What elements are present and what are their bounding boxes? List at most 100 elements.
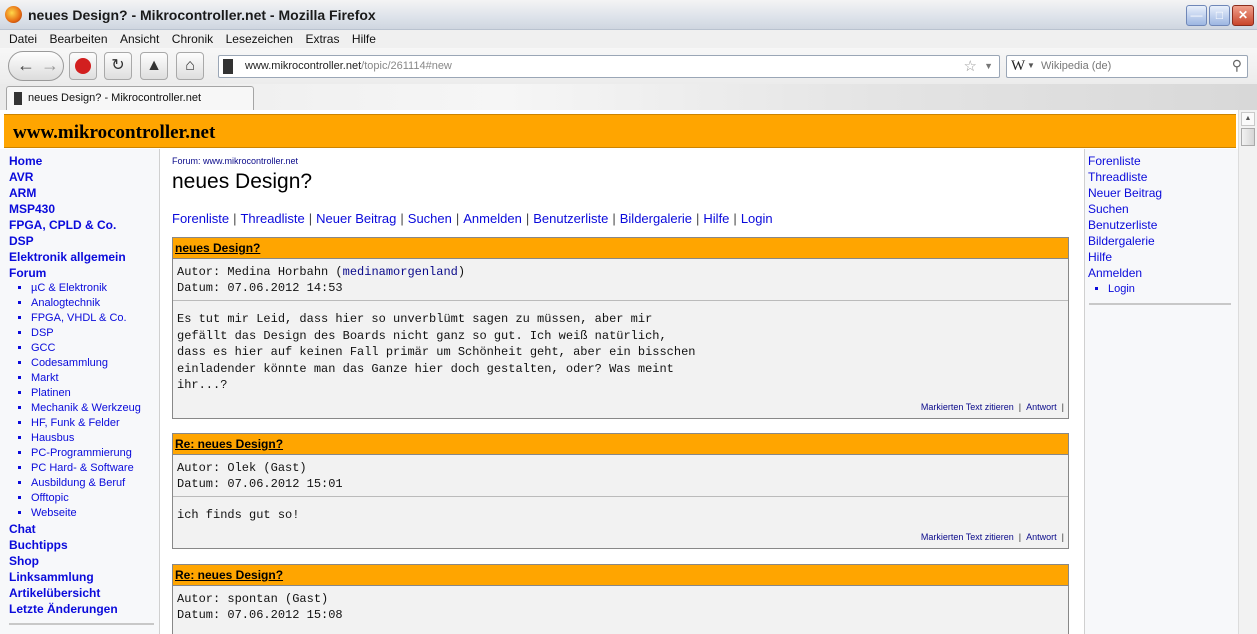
nav-msp430[interactable]: MSP430 [9,201,159,217]
rnav-threadliste[interactable]: Threadliste [1088,169,1162,185]
post-subject[interactable]: neues Design? [175,241,260,255]
quote-link[interactable]: Markierten Text zitieren [921,402,1014,412]
nav-arm[interactable]: ARM [9,185,159,201]
nav-shop[interactable]: Shop [9,553,159,569]
menu-extras[interactable]: Extras [305,30,339,48]
nav-home[interactable]: Home [9,153,159,169]
forum-item[interactable]: PC Hard- & Software [31,461,159,476]
rnav-anmelden[interactable]: Anmelden [1088,265,1162,281]
forward-arrow-icon[interactable]: → [41,55,59,76]
menu-hilfe[interactable]: Hilfe [352,30,376,48]
home-icon: ⌂ [185,57,195,74]
reload-button[interactable]: ↻ [104,52,132,80]
link-neuer-beitrag[interactable]: Neuer Beitrag [316,211,396,226]
nav-letzte-aenderungen[interactable]: Letzte Änderungen [9,601,159,617]
forum-item[interactable]: PC-Programmierung [31,446,159,461]
nav-chat[interactable]: Chat [9,521,159,537]
menu-datei[interactable]: Datei [9,30,37,48]
url-dropdown-icon[interactable]: ▼ [984,61,993,71]
reply-link[interactable]: Antwort [1026,532,1057,542]
wikipedia-icon[interactable]: W [1011,58,1025,75]
post-username[interactable]: medinamorgenland [343,265,458,279]
scrollbar-thumb[interactable] [1241,128,1255,146]
link-suchen[interactable]: Suchen [408,211,452,226]
forum-post: neues Design? Autor: Medina Horbahn (med… [172,237,1069,419]
nav-artikeluebersicht[interactable]: Artikelübersicht [9,585,159,601]
forum-item[interactable]: µC & Elektronik [31,281,159,296]
minimize-icon[interactable]: — [1186,5,1207,26]
scroll-up-icon[interactable]: ▲ [1241,112,1255,126]
forum-item[interactable]: Platinen [31,386,159,401]
home-button[interactable]: ⌂ [176,52,204,80]
forum-item[interactable]: Ausbildung & Beruf [31,476,159,491]
post-date: Datum: 07.06.2012 14:53 [177,281,343,295]
forum-item[interactable]: HF, Funk & Felder [31,416,159,431]
link-threadliste[interactable]: Threadliste [240,211,304,226]
forum-item[interactable]: Codesammlung [31,356,159,371]
search-placeholder[interactable]: Wikipedia (de) [1041,60,1111,72]
nav-dsp[interactable]: DSP [9,233,159,249]
reply-link[interactable]: Antwort [1026,402,1057,412]
forum-list: µC & Elektronik Analogtechnik FPGA, VHDL… [9,281,159,521]
post-date: Datum: 07.06.2012 15:08 [177,608,343,622]
nav-fpga[interactable]: FPGA, CPLD & Co. [9,217,159,233]
link-bildergalerie[interactable]: Bildergalerie [620,211,692,226]
quote-link[interactable]: Markierten Text zitieren [921,532,1014,542]
site-identity-icon[interactable] [223,59,233,74]
close-icon[interactable]: ✕ [1232,5,1254,26]
rnav-benutzerliste[interactable]: Benutzerliste [1088,217,1162,233]
nav-linksammlung[interactable]: Linksammlung [9,569,159,585]
menu-bearbeiten[interactable]: Bearbeiten [49,30,107,48]
forum-item[interactable]: Markt [31,371,159,386]
menu-ansicht[interactable]: Ansicht [120,30,159,48]
forum-item[interactable]: Webseite [31,506,159,521]
rnav-hilfe[interactable]: Hilfe [1088,249,1162,265]
breadcrumb[interactable]: Forum: www.mikrocontroller.net [172,156,298,166]
forum-item[interactable]: FPGA, VHDL & Co. [31,311,159,326]
stop-button[interactable] [69,52,97,80]
link-benutzerliste[interactable]: Benutzerliste [533,211,608,226]
rnav-forenliste[interactable]: Forenliste [1088,153,1162,169]
main-content: Forum: www.mikrocontroller.net neues Des… [160,149,1084,634]
forum-item[interactable]: GCC [31,341,159,356]
tab-favicon [14,92,22,105]
menu-lesezeichen[interactable]: Lesezeichen [226,30,293,48]
browser-tab[interactable]: neues Design? - Mikrocontroller.net [6,86,254,111]
nav-forum[interactable]: Forum [9,265,159,281]
download-button[interactable]: ▲ [140,52,168,80]
nav-buchtipps[interactable]: Buchtipps [9,537,159,553]
back-arrow-icon[interactable]: ← [17,55,35,76]
link-forenliste[interactable]: Forenliste [172,211,229,226]
link-anmelden[interactable]: Anmelden [463,211,522,226]
link-hilfe[interactable]: Hilfe [703,211,729,226]
search-icon[interactable]: ⚲ [1232,57,1242,74]
rnav-suchen[interactable]: Suchen [1088,201,1162,217]
engine-dropdown-icon[interactable]: ▼ [1027,61,1035,70]
post-subject[interactable]: Re: neues Design? [175,568,283,582]
forum-item[interactable]: Offtopic [31,491,159,506]
bookmark-star-icon[interactable]: ☆ [964,57,977,75]
right-navigation: Forenliste Threadliste Neuer Beitrag Suc… [1084,149,1238,634]
vertical-scrollbar[interactable]: ▲ [1238,110,1257,634]
forum-item[interactable]: Hausbus [31,431,159,446]
post-subject[interactable]: Re: neues Design? [175,437,283,451]
rnav-bildergalerie[interactable]: Bildergalerie [1088,233,1162,249]
menu-chronik[interactable]: Chronik [172,30,213,48]
url-text[interactable]: www.mikrocontroller.net/topic/261114#new [245,60,452,72]
link-login[interactable]: Login [741,211,773,226]
post-header: Re: neues Design? [173,565,1068,586]
rnav-neuer-beitrag[interactable]: Neuer Beitrag [1088,185,1162,201]
forum-item[interactable]: Mechanik & Werkzeug [31,401,159,416]
forum-item[interactable]: Analogtechnik [31,296,159,311]
search-box[interactable]: W ▼ Wikipedia (de) ⚲ [1006,55,1248,78]
post-header: Re: neues Design? [173,434,1068,455]
rnav-login[interactable]: Login [1108,281,1162,297]
nav-elektronik-allgemein[interactable]: Elektronik allgemein [9,249,159,265]
post-body: Es tut mir Leid, dass hier so unverblümt… [177,312,696,392]
nav-avr[interactable]: AVR [9,169,159,185]
site-logo[interactable]: www.mikrocontroller.net [13,122,215,144]
forum-item[interactable]: DSP [31,326,159,341]
forum-post: Re: neues Design? Autor: Olek (Gast) Dat… [172,433,1069,549]
url-bar[interactable]: www.mikrocontroller.net/topic/261114#new… [218,55,1000,78]
maximize-icon[interactable]: □ [1209,5,1230,26]
